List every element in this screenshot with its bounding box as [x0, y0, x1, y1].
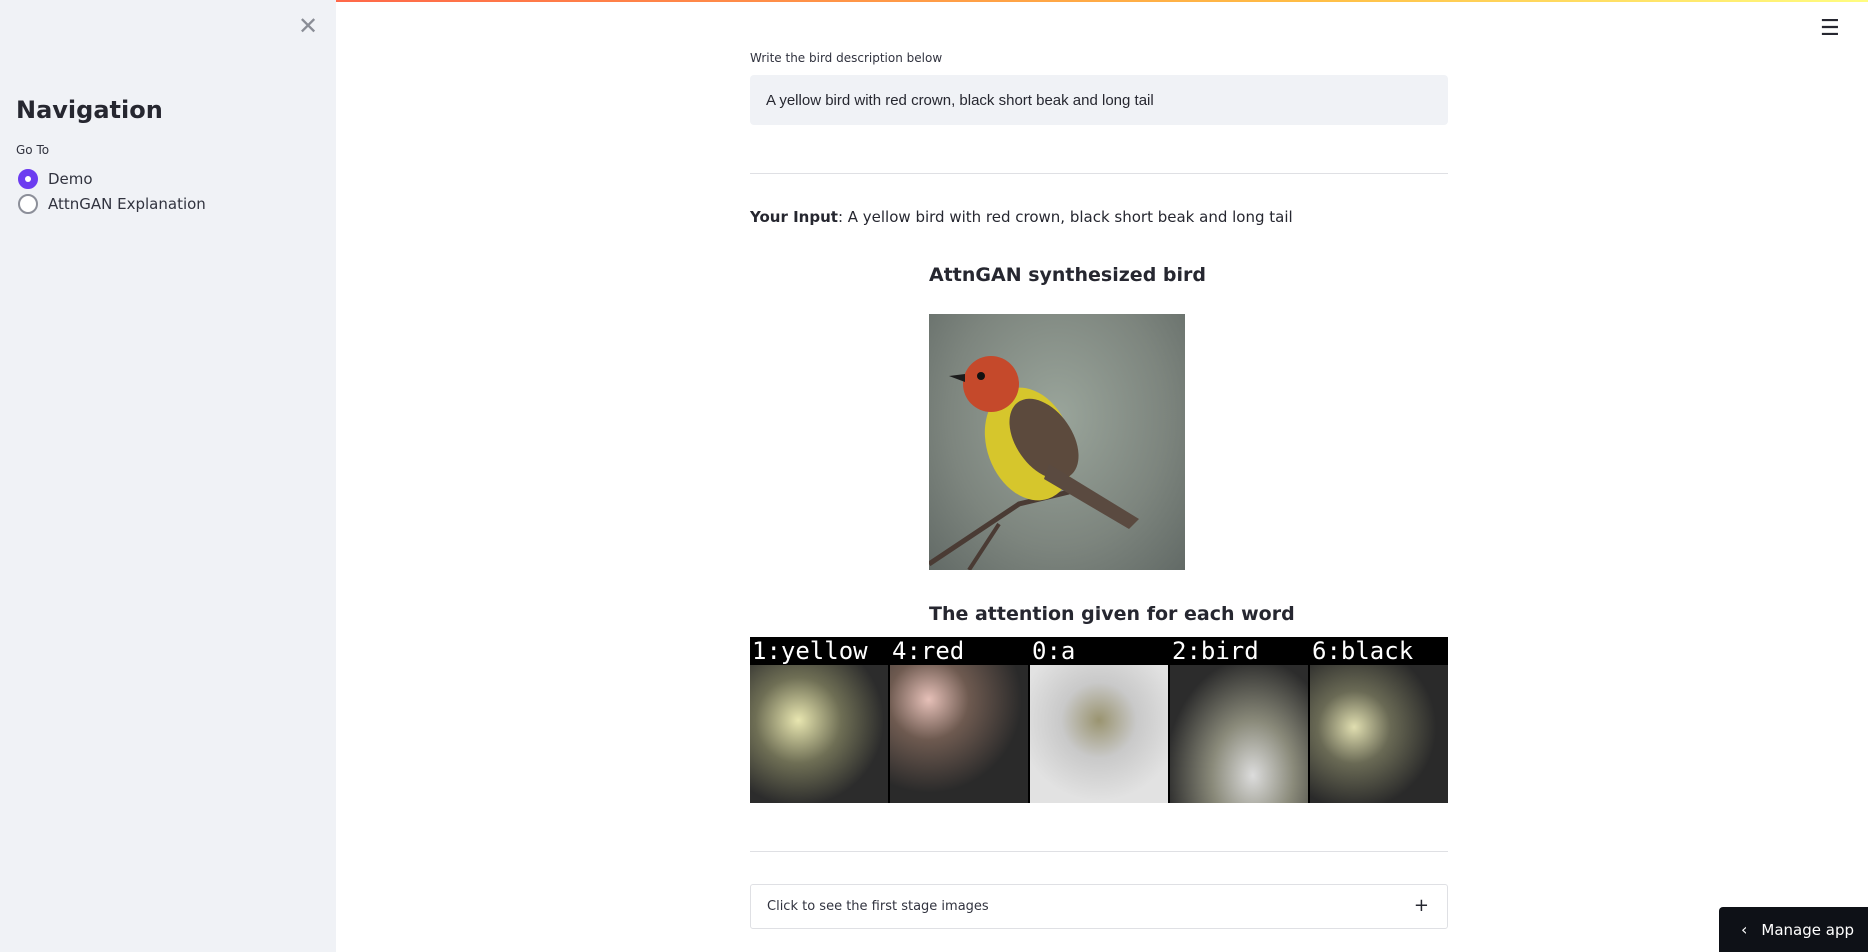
close-sidebar-button[interactable]: ✕ — [297, 12, 319, 40]
manage-app-label: Manage app — [1761, 920, 1854, 939]
attention-map-image — [1030, 665, 1168, 803]
synthesized-heading: AttnGAN synthesized bird — [929, 264, 1206, 286]
bird-description-input[interactable] — [750, 75, 1448, 125]
description-label: Write the bird description below — [750, 51, 943, 65]
attention-word-label: 1:yellow — [752, 637, 868, 665]
attention-map-image — [1310, 665, 1448, 803]
attention-word-label: 6:black — [1312, 637, 1414, 665]
attention-cell: 1:yellow — [750, 637, 889, 803]
chevron-left-icon: ‹ — [1741, 920, 1748, 939]
synthesized-bird-image — [929, 314, 1185, 570]
expander-label: Click to see the first stage images — [767, 899, 989, 914]
radio-selected-icon — [18, 169, 38, 189]
radio-label: AttnGAN Explanation — [48, 195, 206, 213]
your-input-text: Your Input: A yellow bird with red crown… — [750, 208, 1293, 226]
attention-heading: The attention given for each word — [929, 603, 1295, 625]
sidebar: ✕ Navigation Go To Demo AttnGAN Explanat… — [0, 0, 336, 952]
divider — [750, 173, 1448, 174]
attention-map-image — [890, 665, 1028, 803]
radio-group-label: Go To — [16, 143, 50, 157]
attention-cell: 4:red — [890, 637, 1029, 803]
attention-cell: 2:bird — [1170, 637, 1309, 803]
radio-option-demo[interactable]: Demo — [18, 168, 93, 190]
attention-word-label: 0:a — [1032, 637, 1076, 665]
divider — [750, 851, 1448, 852]
radio-label: Demo — [48, 170, 93, 188]
first-stage-expander[interactable]: Click to see the first stage images + — [750, 884, 1448, 929]
sidebar-title: Navigation — [16, 96, 163, 124]
attention-cell: 6:black — [1310, 637, 1449, 803]
attention-map-image — [750, 665, 888, 803]
attention-word-label: 4:red — [892, 637, 965, 665]
plus-icon: + — [1413, 895, 1429, 916]
main-menu-button[interactable]: ☰ — [1820, 16, 1844, 41]
your-input-label: Your Input — [750, 208, 838, 226]
radio-unselected-icon — [18, 194, 38, 214]
radio-option-attngan-explanation[interactable]: AttnGAN Explanation — [18, 193, 206, 215]
hamburger-icon: ☰ — [1820, 16, 1840, 41]
attention-word-label: 2:bird — [1172, 637, 1259, 665]
manage-app-button[interactable]: ‹ Manage app — [1719, 907, 1868, 952]
attention-cell: 0:a — [1030, 637, 1169, 803]
attention-map-image — [1170, 665, 1308, 803]
your-input-value: : A yellow bird with red crown, black sh… — [837, 208, 1293, 226]
attention-map-strip: 1:yellow 4:red 0:a 2:bird 6:black — [750, 637, 1448, 803]
close-icon: ✕ — [297, 12, 319, 40]
